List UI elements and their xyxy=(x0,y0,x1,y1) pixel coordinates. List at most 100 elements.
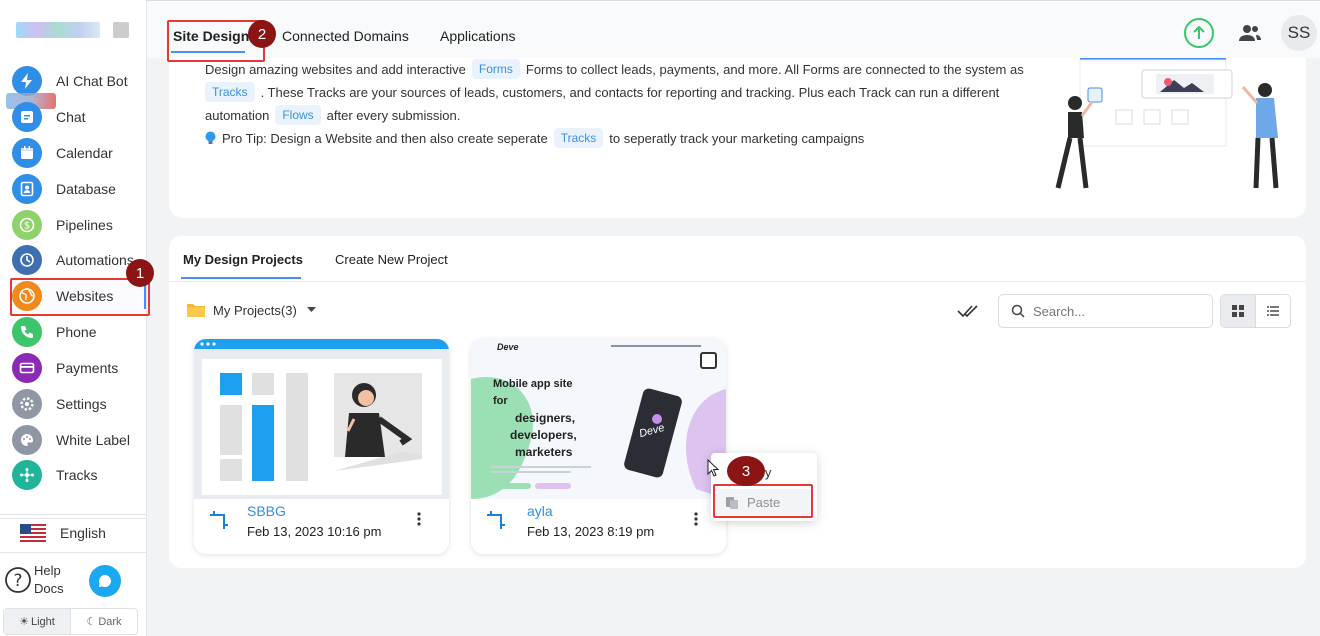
list-icon xyxy=(1267,306,1279,316)
sidebar-item-label: Pipelines xyxy=(56,217,113,233)
mouse-cursor-icon xyxy=(707,459,719,477)
sidebar-item-pipelines[interactable]: $ Pipelines xyxy=(12,208,146,242)
tracks-pill[interactable]: Tracks xyxy=(553,128,604,148)
project-thumbnail xyxy=(194,339,449,499)
sidebar-item-white-label[interactable]: White Label xyxy=(12,423,146,457)
project-select-checkbox[interactable] xyxy=(700,352,717,369)
help-docs-label: Help Docs xyxy=(34,562,64,598)
tracks-pill[interactable]: Tracks xyxy=(205,82,255,102)
tab-applications[interactable]: Applications xyxy=(440,28,516,44)
sidebar-item-payments[interactable]: Payments xyxy=(12,351,146,385)
flows-pill[interactable]: Flows xyxy=(275,105,321,125)
annotation-badge-1: 1 xyxy=(126,259,154,287)
sun-icon: ☀ xyxy=(19,616,29,628)
project-date: Feb 13, 2023 8:19 pm xyxy=(527,524,655,539)
sidebar-item-websites[interactable]: Websites xyxy=(12,279,146,313)
thumbnail-brand: Deve xyxy=(497,342,519,352)
sidebar-item-tracks[interactable]: Tracks xyxy=(12,458,146,492)
team-button[interactable] xyxy=(1235,18,1265,48)
grid-view-button[interactable] xyxy=(1221,295,1255,327)
tabs-divider xyxy=(169,281,1306,282)
sidebar: AI Chat Bot Chat Calendar Database $ Pip… xyxy=(0,0,147,636)
sidebar-item-label: Automations xyxy=(56,252,134,268)
sidebar-item-calendar[interactable]: Calendar xyxy=(12,136,146,170)
project-menu-button[interactable] xyxy=(412,509,426,529)
kebab-icon xyxy=(694,512,698,526)
globe-icon xyxy=(12,281,42,311)
list-view-button[interactable] xyxy=(1255,295,1290,327)
sidebar-divider xyxy=(0,552,146,553)
phone-icon xyxy=(12,317,42,347)
sidebar-divider xyxy=(0,514,146,515)
paste-icon xyxy=(725,495,739,509)
sidebar-item-label: Database xyxy=(56,181,116,197)
calendar-icon xyxy=(12,138,42,168)
project-card-ayla[interactable]: Deve Mobile app site for designers, deve… xyxy=(471,339,726,554)
headline-line: developers, xyxy=(510,428,577,442)
thumbnail-headline: Mobile app site for designers, developer… xyxy=(493,376,577,461)
sidebar-item-label: Calendar xyxy=(56,145,113,161)
intro-text: Forms to collect leads, payments, and mo… xyxy=(525,61,1024,77)
project-name[interactable]: ayla xyxy=(527,503,553,519)
sidebar-item-label: Phone xyxy=(56,324,97,340)
project-folder-dropdown[interactable]: My Projects(3) xyxy=(186,302,316,318)
sidebar-item-label: Chat xyxy=(56,109,86,125)
sidebar-item-label: White Label xyxy=(56,432,130,448)
project-name[interactable]: SBBG xyxy=(247,503,286,519)
top-bar: Site Designs Connected Domains Applicati… xyxy=(147,0,1320,58)
us-flag-icon xyxy=(20,524,46,542)
view-toggle xyxy=(1220,294,1291,328)
theme-dark-button[interactable]: ☾ Dark xyxy=(70,609,137,634)
svg-text:$: $ xyxy=(24,221,30,232)
forms-pill[interactable]: Forms xyxy=(471,59,520,79)
card-icon xyxy=(12,353,42,383)
duplicate-icon xyxy=(208,509,230,531)
annotation-badge-2: 2 xyxy=(248,20,276,48)
website-design-illustration xyxy=(1050,58,1290,198)
brand-logo xyxy=(16,22,100,38)
tab-site-designs[interactable]: Site Designs xyxy=(173,28,257,44)
project-menu-button[interactable] xyxy=(689,509,703,529)
select-all-button[interactable] xyxy=(956,301,980,321)
project-thumbnail: Deve Mobile app site for designers, deve… xyxy=(471,339,726,499)
lightbulb-icon xyxy=(205,131,216,146)
sidebar-item-label: AI Chat Bot xyxy=(56,73,128,89)
sidebar-item-label: Websites xyxy=(56,288,114,304)
upgrade-button[interactable] xyxy=(1184,18,1214,48)
sidebar-item-settings[interactable]: Settings xyxy=(12,387,146,421)
avatar[interactable]: SS xyxy=(1281,15,1317,51)
intro-line-3: automation Flows after every submission. xyxy=(205,105,460,125)
intro-text: Design amazing websites and add interact… xyxy=(205,61,466,77)
sidebar-item-phone[interactable]: Phone xyxy=(12,315,146,349)
chat-bubble-icon xyxy=(97,573,113,589)
folder-icon xyxy=(186,302,206,318)
headline-line: for xyxy=(493,395,508,407)
language-label: English xyxy=(60,525,106,541)
chat-icon xyxy=(12,102,42,132)
theme-light-button[interactable]: ☀ Light xyxy=(4,609,70,634)
tab-connected-domains[interactable]: Connected Domains xyxy=(282,28,409,44)
bolt-icon xyxy=(12,66,42,96)
docs-text: Docs xyxy=(34,581,64,596)
active-tab-underline xyxy=(181,277,301,279)
language-selector[interactable]: English xyxy=(20,524,106,542)
moon-icon: ☾ xyxy=(86,616,97,628)
tab-create-new-project[interactable]: Create New Project xyxy=(335,252,448,267)
sidebar-item-chat[interactable]: Chat xyxy=(12,100,146,134)
sidebar-item-database[interactable]: Database xyxy=(12,172,146,206)
chat-bubble-button[interactable] xyxy=(89,565,121,597)
theme-dark-label: Dark xyxy=(98,615,122,628)
intro-text: . These Tracks are your sources of leads… xyxy=(260,84,1000,100)
search-box xyxy=(998,294,1213,328)
menu-item-paste[interactable]: Paste xyxy=(715,489,813,515)
headline-line: Mobile app site xyxy=(493,378,573,390)
help-docs-link[interactable]: ? Help Docs xyxy=(4,562,64,598)
search-input[interactable] xyxy=(1033,303,1193,319)
svg-text:?: ? xyxy=(13,571,22,591)
palette-icon xyxy=(12,425,42,455)
project-card-sbbg[interactable]: SBBG Feb 13, 2023 10:16 pm xyxy=(194,339,449,554)
intro-text: after every submission. xyxy=(326,107,461,123)
headline-line: marketers xyxy=(515,445,573,459)
tab-my-design-projects[interactable]: My Design Projects xyxy=(183,252,303,267)
sidebar-item-label: Payments xyxy=(56,360,119,376)
